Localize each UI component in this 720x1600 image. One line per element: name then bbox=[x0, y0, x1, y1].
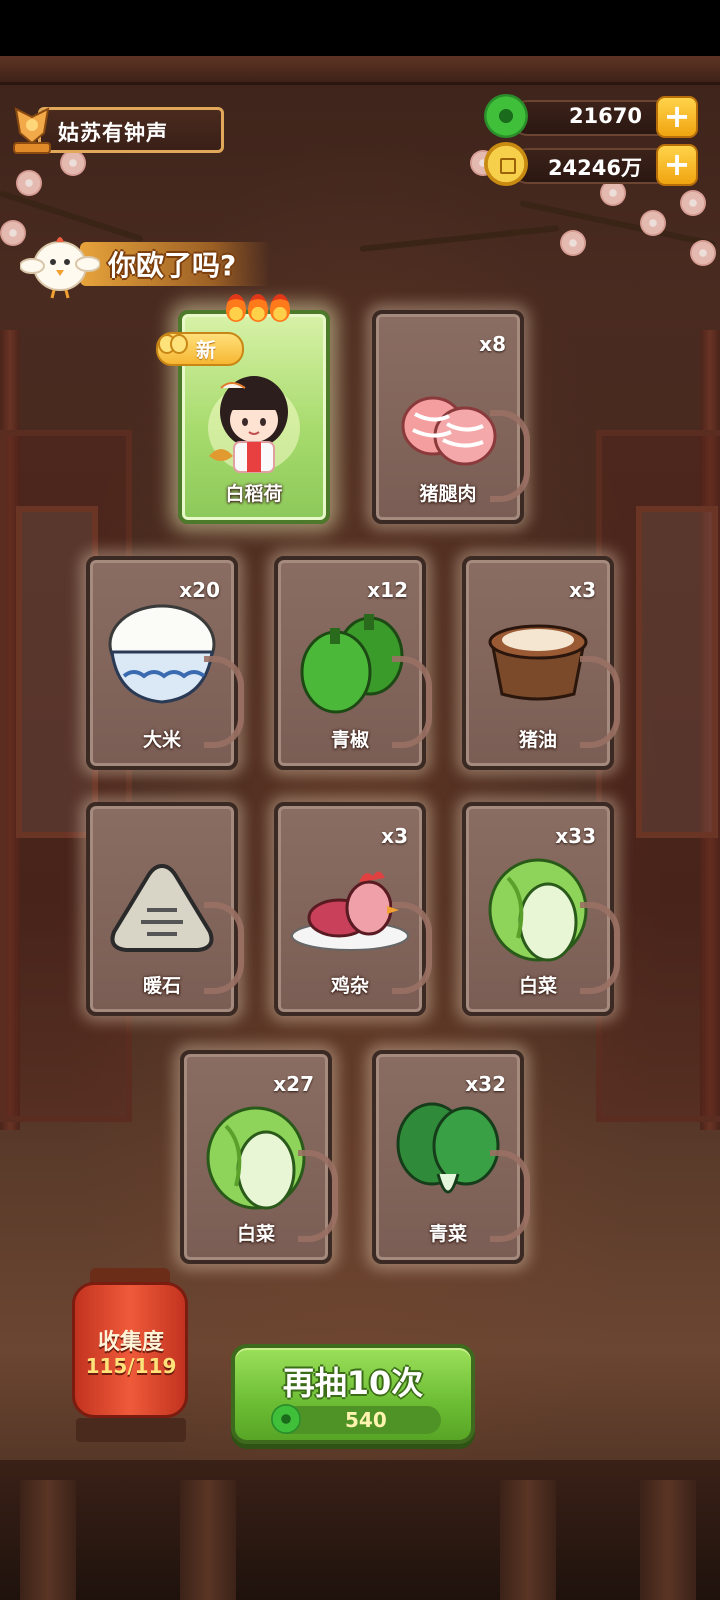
result-card-item[interactable]: x33 白菜 bbox=[462, 802, 620, 1016]
result-card-item[interactable]: x20 大米 bbox=[86, 556, 244, 770]
banner-text: 你欧了吗? bbox=[108, 249, 237, 282]
card-name: 白稻荷 bbox=[225, 483, 283, 505]
card-count: x27 bbox=[273, 1072, 314, 1096]
character-portrait bbox=[208, 376, 300, 473]
chick-mascot-icon bbox=[20, 237, 100, 299]
roof-beam bbox=[0, 56, 720, 85]
result-card-item[interactable]: x27 白菜 bbox=[180, 1050, 338, 1264]
flame-icon bbox=[270, 294, 290, 322]
door-left bbox=[0, 430, 132, 1122]
result-card-item[interactable]: x3 鸡杂 bbox=[274, 802, 432, 1016]
collection-label: 收集度 bbox=[97, 1330, 164, 1355]
door-right bbox=[596, 430, 720, 1122]
warm-stone-icon bbox=[110, 863, 214, 952]
rarity-flames bbox=[226, 294, 296, 324]
floor-rail bbox=[0, 1460, 720, 1600]
card-count: x20 bbox=[179, 578, 220, 602]
draw-again-label: 再抽10次 bbox=[282, 1364, 424, 1402]
copper-coin-icon bbox=[484, 142, 528, 186]
player-name: 姑苏有钟声 bbox=[58, 121, 168, 145]
jade-currency: 21670 + bbox=[484, 94, 698, 140]
card-count: x32 bbox=[465, 1072, 506, 1096]
add-coins-button[interactable]: + bbox=[656, 144, 698, 186]
result-card-item[interactable]: x3 猪油 bbox=[462, 556, 620, 770]
collection-progress: 115/119 bbox=[85, 1354, 177, 1378]
flame-icon bbox=[248, 294, 268, 322]
card-count: x8 bbox=[479, 332, 506, 356]
card-count: x12 bbox=[367, 578, 408, 602]
lucky-banner: 你欧了吗? bbox=[10, 222, 280, 302]
result-card-item[interactable]: 暖石 bbox=[86, 802, 244, 1016]
result-card-character[interactable]: 新 白稻荷 bbox=[156, 294, 330, 524]
new-badge: 新 bbox=[156, 328, 246, 366]
add-jade-button[interactable]: + bbox=[656, 96, 698, 138]
jade-icon bbox=[271, 1404, 301, 1434]
collection-lantern[interactable]: 收集度 115/119 bbox=[66, 1268, 196, 1446]
coin-currency: 24246万 + bbox=[484, 142, 698, 188]
card-count: x33 bbox=[555, 824, 596, 848]
pork-leg-icon bbox=[401, 396, 497, 466]
result-card-item[interactable]: x8 猪腿肉 bbox=[372, 310, 530, 524]
status-bar bbox=[0, 0, 720, 56]
jade-amount: 21670 bbox=[568, 104, 642, 128]
card-count: x3 bbox=[381, 824, 408, 848]
draw-again-button[interactable]: 再抽10次 540 bbox=[231, 1344, 475, 1444]
result-card-item[interactable]: x32 青菜 bbox=[372, 1050, 530, 1264]
card-count: x3 bbox=[569, 578, 596, 602]
draw-cost-value: 540 bbox=[345, 1408, 387, 1432]
player-nameplate[interactable]: 姑苏有钟声 bbox=[10, 103, 224, 157]
butterfly-icon bbox=[158, 334, 188, 354]
result-card-item[interactable]: x12 青椒 bbox=[274, 556, 432, 770]
jade-icon bbox=[484, 94, 528, 138]
flame-icon bbox=[226, 294, 246, 322]
coin-amount: 24246万 bbox=[547, 156, 642, 180]
rank-badge-icon bbox=[13, 107, 51, 154]
draw-cost: 540 bbox=[271, 1404, 441, 1434]
